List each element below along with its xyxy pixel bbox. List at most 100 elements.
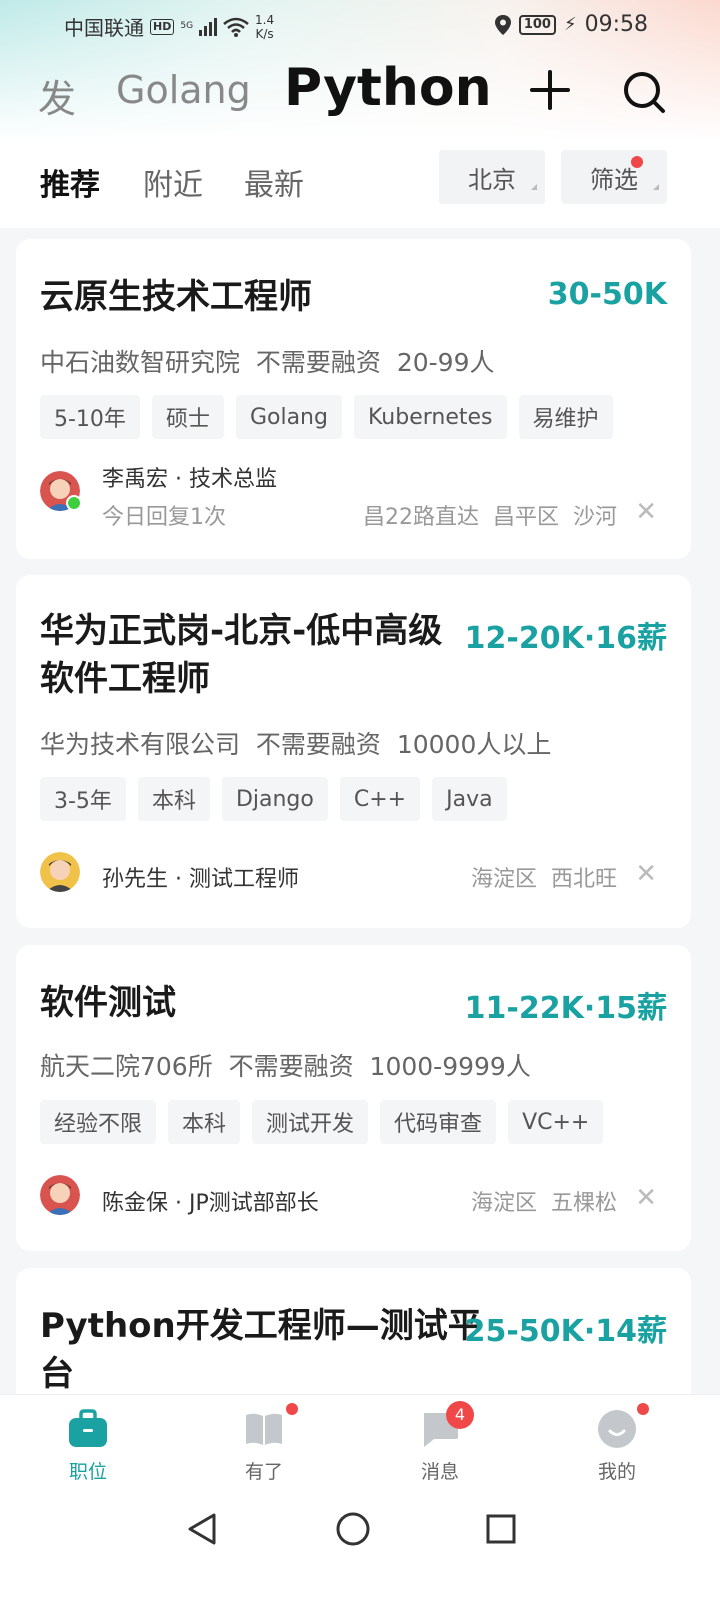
job-tag: 3-5年	[40, 777, 126, 821]
job-tag: 测试开发	[252, 1100, 369, 1144]
job-salary: 11-22K·15薪	[464, 991, 667, 1026]
speed-value: 1.4	[255, 12, 275, 27]
category-tab-1[interactable]: 发	[38, 68, 76, 123]
nav-label: 我的	[597, 1461, 636, 1483]
job-tag: 硕士	[151, 395, 224, 439]
company-info: 中石油数智研究院 不需要融资 20-99人	[40, 343, 495, 379]
location-icon	[494, 14, 511, 35]
home-icon[interactable]	[336, 1512, 370, 1546]
notification-dot	[286, 1403, 298, 1415]
recruiter-info: 李禹宏 · 技术总监	[102, 467, 277, 492]
job-title-line: 华为正式岗-北京-低中高级	[40, 611, 443, 651]
job-tags: 3-5年 本科 Django C++ Java	[40, 777, 507, 821]
job-title: Python开发工程师—测试平 台	[40, 1302, 482, 1398]
company-size: 20-99人	[396, 348, 495, 377]
bottom-navigation: 职位 有了 4 消息 我的	[0, 1394, 720, 1494]
dropdown-triangle-icon	[531, 184, 537, 190]
category-tab-golang[interactable]: Golang	[116, 68, 251, 112]
company-funding: 不需要融资	[255, 348, 381, 377]
city-selector[interactable]: 北京	[439, 150, 545, 204]
job-tag: Kubernetes	[353, 395, 507, 439]
nav-profile[interactable]: 我的	[557, 1395, 677, 1495]
profile-icon	[598, 1410, 636, 1448]
job-salary: 30-50K	[547, 277, 667, 312]
tab-latest[interactable]: 最新	[244, 160, 304, 204]
company-name: 中石油数智研究院	[40, 348, 241, 377]
dropdown-triangle-icon	[653, 184, 659, 190]
job-tags: 5-10年 硕士 Golang Kubernetes 易维护	[40, 395, 613, 439]
job-tag: Golang	[235, 395, 342, 439]
company-info: 航天二院706所 不需要融资 1000-9999人	[40, 1047, 531, 1083]
job-title: 华为正式岗-北京-低中高级 软件工程师	[40, 607, 442, 703]
job-tag: C++	[339, 777, 421, 821]
status-left: 中国联通 HD 5G 1.4 K/s	[64, 12, 274, 41]
job-title-line: 台	[40, 1354, 74, 1394]
company-name: 华为技术有限公司	[40, 730, 241, 759]
system-navigation	[0, 1494, 720, 1600]
job-card[interactable]: Python开发工程师—测试平 台 25-50K·14薪	[16, 1268, 691, 1408]
job-tag: 易维护	[518, 395, 613, 439]
nav-messages[interactable]: 4 消息	[380, 1395, 500, 1495]
job-title-line: Python开发工程师—测试平	[40, 1306, 482, 1346]
category-row: 发 Golang Python	[0, 58, 720, 128]
job-tag: Java	[432, 777, 507, 821]
speed-unit: K/s	[255, 26, 274, 41]
status-right: 100 ⚡ 09:58	[494, 12, 648, 37]
status-bar: 中国联通 HD 5G 1.4 K/s 100 ⚡ 09:58	[0, 0, 720, 50]
job-title-line: 软件工程师	[40, 659, 210, 699]
job-salary: 25-50K·14薪	[464, 1314, 667, 1349]
city-label: 北京	[468, 165, 516, 194]
online-status-dot	[66, 495, 82, 511]
charging-icon: ⚡	[563, 14, 577, 35]
nav-jobs[interactable]: 职位	[28, 1395, 148, 1495]
company-funding: 不需要融资	[228, 1052, 354, 1081]
job-tag: VC++	[508, 1100, 604, 1144]
tab-recommend[interactable]: 推荐	[40, 160, 100, 204]
category-tab-python[interactable]: Python	[284, 58, 492, 118]
search-icon[interactable]	[622, 70, 666, 114]
feed-tabs: 推荐 附近 最新 北京 筛选	[0, 150, 720, 210]
job-card[interactable]: 华为正式岗-北京-低中高级 软件工程师 12-20K·16薪 华为技术有限公司 …	[16, 575, 691, 928]
company-size: 10000人以上	[396, 730, 552, 759]
job-tag: 5-10年	[40, 395, 140, 439]
job-location: 海淀区 西北旺	[471, 867, 617, 892]
close-icon[interactable]: ✕	[635, 859, 657, 889]
wifi-icon	[223, 17, 249, 37]
job-title: 软件测试	[40, 983, 176, 1023]
plus-icon[interactable]	[530, 70, 570, 110]
job-card[interactable]: 软件测试 11-22K·15薪 航天二院706所 不需要融资 1000-9999…	[16, 945, 691, 1251]
filter-notification-dot	[631, 156, 643, 168]
tab-nearby[interactable]: 附近	[143, 160, 203, 204]
company-info: 华为技术有限公司 不需要融资 10000人以上	[40, 725, 551, 761]
job-tag: 本科	[137, 777, 210, 821]
reply-status: 今日回复1次	[102, 505, 226, 530]
company-name: 航天二院706所	[40, 1052, 213, 1081]
battery-level: 100	[518, 14, 556, 35]
recents-icon[interactable]	[486, 1514, 516, 1544]
avatar	[40, 1175, 80, 1215]
filter-button[interactable]: 筛选	[561, 150, 667, 204]
nav-discover[interactable]: 有了	[204, 1395, 324, 1495]
clock: 09:58	[584, 12, 648, 37]
job-tags: 经验不限 本科 测试开发 代码审查 VC++	[40, 1100, 604, 1144]
close-icon[interactable]: ✕	[635, 497, 657, 527]
job-card[interactable]: 云原生技术工程师 30-50K 中石油数智研究院 不需要融资 20-99人 5-…	[16, 239, 691, 559]
job-title: 云原生技术工程师	[40, 277, 312, 317]
network-type: 5G	[180, 21, 194, 31]
nav-label: 有了	[244, 1461, 283, 1483]
recruiter-info: 陈金保 · JP测试部部长	[102, 1191, 319, 1216]
book-icon	[246, 1413, 282, 1445]
nav-label: 消息	[420, 1461, 459, 1483]
hd-badge: HD	[150, 18, 175, 35]
recruiter-info: 孙先生 · 测试工程师	[102, 867, 299, 892]
header-area: 中国联通 HD 5G 1.4 K/s 100 ⚡ 09:58 发 Golang …	[0, 0, 720, 228]
job-salary: 12-20K·16薪	[464, 621, 667, 656]
job-tag: 代码审查	[380, 1100, 497, 1144]
back-icon[interactable]	[186, 1512, 218, 1546]
close-icon[interactable]: ✕	[635, 1183, 657, 1213]
nav-label: 职位	[68, 1461, 107, 1483]
avatar	[40, 852, 80, 892]
job-location: 昌22路直达 昌平区 沙河	[363, 505, 617, 530]
carrier-name: 中国联通	[64, 16, 144, 40]
unread-badge: 4	[446, 1401, 474, 1429]
